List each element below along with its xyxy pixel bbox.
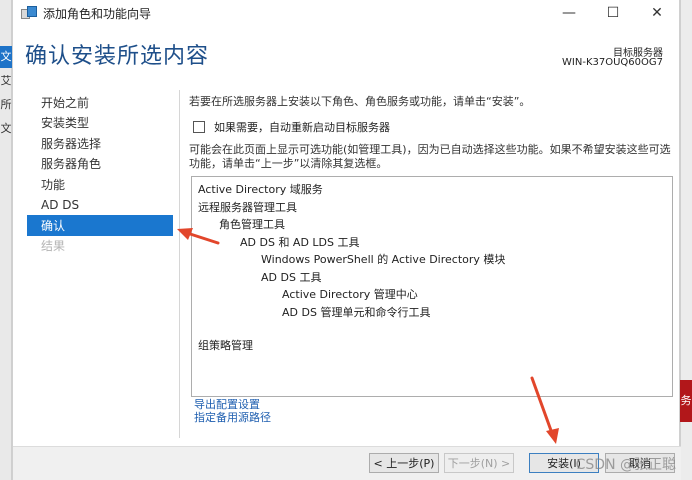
nav-divider: [179, 90, 180, 438]
background-left-strip: 文 艾 所 文: [0, 0, 12, 480]
minimize-button[interactable]: —: [547, 0, 591, 26]
alternate-source-link[interactable]: 指定备用源路径: [194, 411, 271, 424]
background-red-chip: 务: [680, 380, 692, 422]
title-bar[interactable]: 添加角色和功能向导 — ☐ ✕: [13, 0, 679, 26]
selection-item: 角色管理工具: [219, 218, 285, 231]
background-char: 文: [0, 122, 12, 135]
restart-checkbox[interactable]: [193, 121, 205, 133]
optional-features-note: 可能会在此页面上显示可选功能(如管理工具)，因为已自动选择这些功能。如果不希望安…: [189, 143, 671, 170]
selection-item: Active Directory 域服务: [198, 183, 323, 196]
previous-button[interactable]: < 上一步(P): [369, 453, 439, 473]
target-server-name: WIN-K37OUQ60OG7: [562, 57, 663, 68]
maximize-button[interactable]: ☐: [591, 0, 635, 26]
nav-step-installation-type[interactable]: 安装类型: [27, 113, 173, 134]
nav-step-ad-ds[interactable]: AD DS: [27, 195, 173, 216]
restart-label[interactable]: 如果需要，自动重新启动目标服务器: [214, 119, 390, 135]
window-title: 添加角色和功能向导: [43, 6, 152, 21]
nav-step-server-roles[interactable]: 服务器角色: [27, 154, 173, 175]
background-right-strip: 务: [680, 0, 692, 480]
csdn-watermark: CSDN @张正聪: [575, 457, 676, 473]
background-char: 艾: [0, 74, 12, 87]
wizard-header: 确认安装所选内容 目标服务器 WIN-K37OUQ60OG7: [13, 26, 679, 82]
nav-step-results: 结果: [41, 239, 66, 254]
intro-text: 若要在所选服务器上安装以下角色、角色服务或功能，请单击“安装”。: [189, 95, 531, 108]
wizard-window: 添加角色和功能向导 — ☐ ✕ 确认安装所选内容 目标服务器 WIN-K37OU…: [12, 0, 681, 480]
content-links: 导出配置设置 指定备用源路径: [194, 398, 271, 424]
selection-item: Windows PowerShell 的 Active Directory 模块: [261, 253, 506, 266]
confirmation-content: 若要在所选服务器上安装以下角色、角色服务或功能，请单击“安装”。 如果需要，自动…: [189, 90, 673, 424]
selection-item: AD DS 管理单元和命令行工具: [282, 305, 431, 319]
background-char: 文: [0, 50, 12, 63]
selection-item: 远程服务器管理工具: [198, 200, 297, 214]
page-title: 确认安装所选内容: [25, 44, 210, 69]
nav-step-server-selection[interactable]: 服务器选择: [27, 133, 173, 154]
background-char: 所: [0, 98, 12, 111]
selections-list[interactable]: Active Directory 域服务 远程服务器管理工具 角色管理工具 AD…: [191, 176, 673, 397]
restart-option[interactable]: 如果需要，自动重新启动目标服务器: [193, 119, 673, 135]
next-button: 下一步(N) >: [444, 453, 514, 473]
window-controls: — ☐ ✕: [547, 0, 679, 26]
selection-item: AD DS 和 AD LDS 工具: [240, 235, 360, 249]
selection-item: Active Directory 管理中心: [282, 288, 418, 301]
export-config-link[interactable]: 导出配置设置: [194, 398, 271, 411]
selection-item: AD DS 工具: [261, 270, 322, 284]
server-manager-icon: [21, 6, 37, 20]
nav-step-confirmation[interactable]: 确认: [27, 215, 173, 236]
nav-step-features[interactable]: 功能: [27, 174, 173, 195]
selection-item: 组策略管理: [198, 339, 253, 352]
nav-step-before-you-begin[interactable]: 开始之前: [27, 92, 173, 113]
wizard-steps-nav: 开始之前 安装类型 服务器选择 服务器角色 功能 AD DS 确认 结果: [27, 92, 173, 256]
close-button[interactable]: ✕: [635, 0, 679, 26]
